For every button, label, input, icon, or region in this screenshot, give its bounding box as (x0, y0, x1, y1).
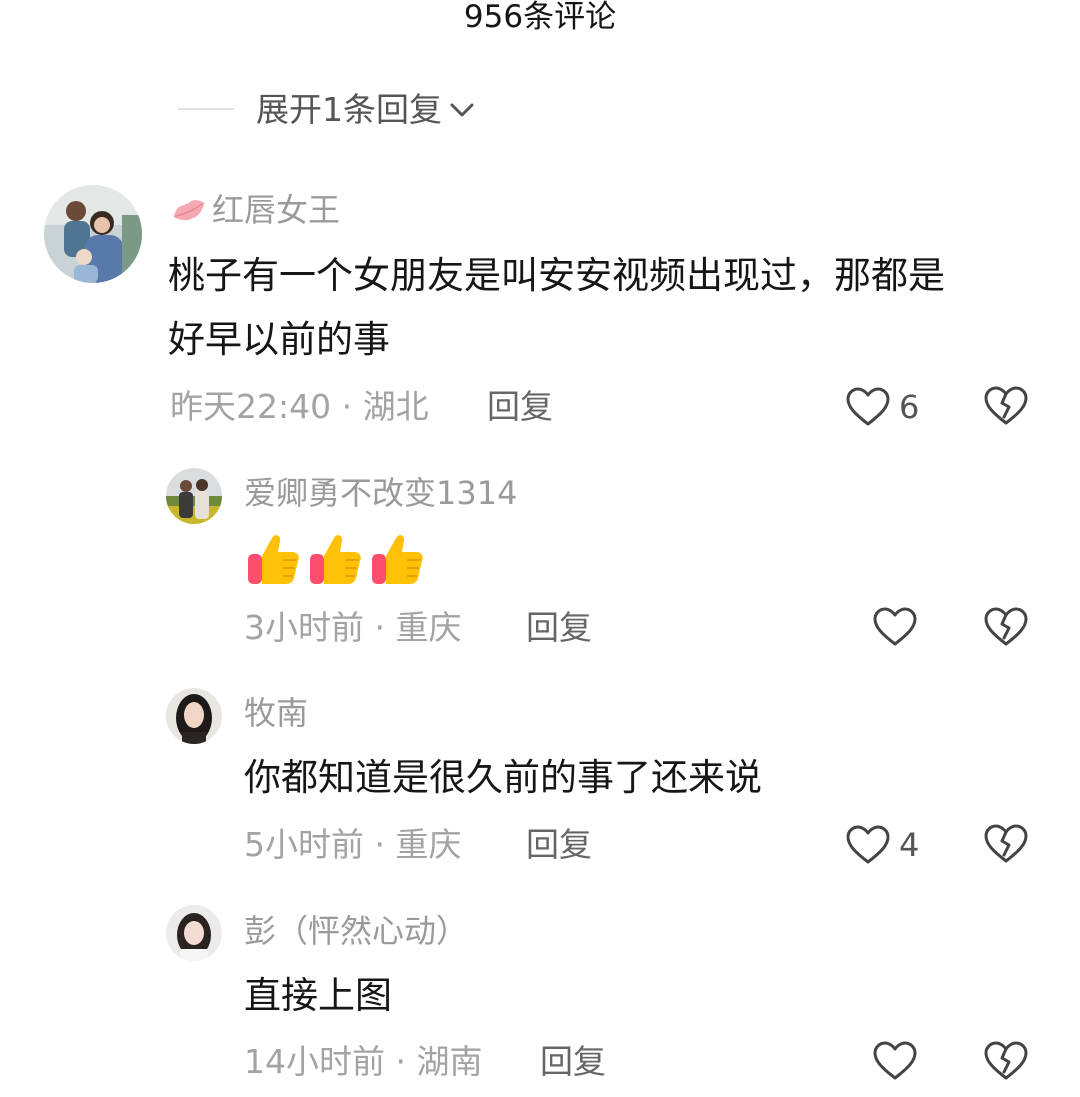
expand-replies-label: 展开1条回复 (256, 90, 442, 129)
comment-author[interactable]: 牧南 (244, 693, 308, 733)
comment-meta: 5小时前 · 重庆 (244, 825, 462, 864)
broken-heart-icon (984, 824, 1028, 863)
comment-emojis (244, 530, 426, 588)
reply-button[interactable]: 回复 (540, 1040, 606, 1084)
avatar[interactable] (166, 905, 222, 961)
comment-location: 湖北 (362, 387, 429, 426)
comment-location: 重庆 (395, 825, 462, 864)
divider-line (178, 108, 234, 110)
like-button[interactable]: 6 (845, 385, 919, 429)
like-button[interactable] (872, 1040, 918, 1082)
dislike-button[interactable] (983, 823, 1029, 865)
dislike-button[interactable] (983, 385, 1029, 427)
like-count: 4 (899, 826, 920, 864)
author-name: 彭（怦然心动） (244, 912, 469, 950)
expand-replies-button[interactable]: 展开1条回复 (256, 88, 476, 132)
reply-button[interactable]: 回复 (487, 385, 553, 429)
avatar[interactable] (44, 185, 142, 283)
comment-meta: 14小时前 · 湖南 (244, 1042, 483, 1081)
thumbs-up-icon (248, 535, 299, 584)
like-button[interactable] (872, 606, 918, 648)
comment-time: 5小时前 (244, 825, 364, 864)
lips-icon (173, 200, 205, 221)
comment-author[interactable]: 爱卿勇不改变1314 (244, 473, 517, 513)
heart-icon (846, 387, 890, 426)
dislike-button[interactable] (983, 606, 1029, 648)
comment-count-title: 956条评论 (463, 0, 617, 35)
reply-button[interactable]: 回复 (526, 606, 592, 650)
comment-meta: 昨天22:40 · 湖北 (170, 387, 429, 426)
comment-location: 湖南 (416, 1042, 483, 1081)
heart-icon (873, 607, 917, 646)
avatar[interactable] (166, 688, 222, 744)
heart-icon (873, 1041, 917, 1080)
thumbs-up-icon (310, 535, 361, 584)
thumbs-up-icon (372, 535, 423, 584)
comment-text: 你都知道是很久前的事了还来说 (244, 756, 762, 799)
broken-heart-icon (984, 607, 1028, 646)
author-name: 牧南 (244, 694, 309, 732)
comment-time: 昨天22:40 (170, 387, 332, 426)
author-name: 红唇女王 (212, 191, 341, 229)
comment-author[interactable]: 彭（怦然心动） (244, 911, 468, 951)
comment-text: 桃子有一个女朋友是叫安安视频出现过，那都是 好早以前的事 (168, 254, 945, 361)
comment-time: 3小时前 (244, 608, 364, 647)
broken-heart-icon (984, 1041, 1028, 1080)
comment-text: 直接上图 (244, 974, 392, 1017)
comment-author[interactable]: 红唇女王 (170, 190, 340, 230)
chevron-down-icon (450, 103, 474, 117)
author-name: 爱卿勇不改变1314 (244, 474, 518, 512)
comment-meta: 3小时前 · 重庆 (244, 608, 462, 647)
comment-time: 14小时前 (244, 1042, 385, 1081)
avatar[interactable] (166, 468, 222, 524)
like-count: 6 (899, 388, 920, 426)
like-button[interactable]: 4 (845, 823, 919, 867)
heart-icon (846, 825, 890, 864)
broken-heart-icon (984, 386, 1028, 425)
reply-button[interactable]: 回复 (526, 823, 592, 867)
dislike-button[interactable] (983, 1040, 1029, 1082)
comment-location: 重庆 (395, 608, 462, 647)
